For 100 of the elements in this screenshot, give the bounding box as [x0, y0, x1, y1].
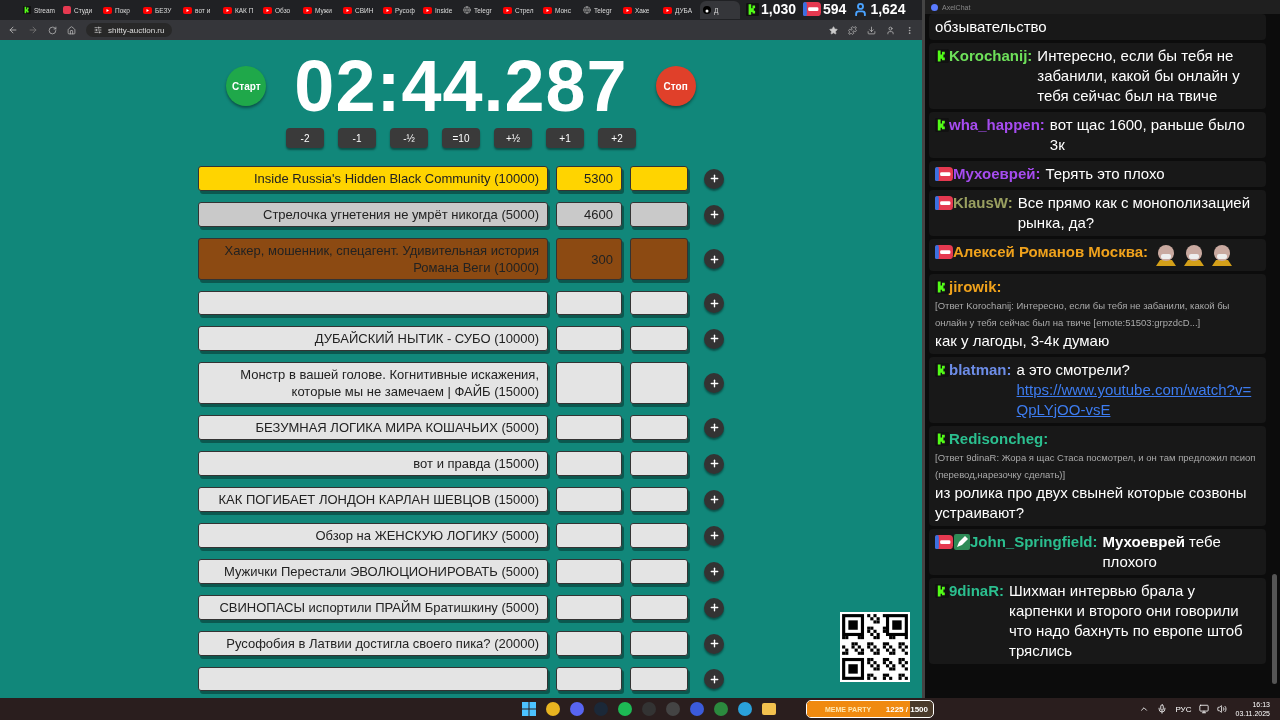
lot-add-field[interactable] — [630, 291, 688, 315]
lot-name-field[interactable]: ДУБАЙСКИЙ НЫТИК - СУБО (10000) — [198, 326, 548, 351]
add-button[interactable] — [704, 453, 724, 474]
time-adjust-button[interactable]: -½ — [390, 128, 428, 148]
message-link[interactable]: https://www.youtube.com/watch?v=QpLYjOO-vsE — [1016, 380, 1260, 420]
add-button[interactable] — [704, 293, 724, 313]
app-icon[interactable] — [738, 702, 752, 716]
lot-name-field[interactable]: СВИНОПАСЫ испортили ПРАЙМ Братишкину (5000) — [198, 595, 548, 620]
lot-name-field[interactable]: Мужички Перестали ЭВОЛЮЦИОНИРОВАТЬ (5000) — [198, 559, 548, 584]
app-icon[interactable] — [546, 702, 560, 716]
lot-amount-field[interactable] — [556, 362, 622, 404]
reload-icon[interactable] — [48, 25, 57, 35]
lot-add-field[interactable] — [630, 631, 688, 656]
stop-button[interactable]: Стоп — [655, 66, 696, 106]
plus-icon — [708, 209, 720, 220]
message-text: Интересно, если бы тебя не забанили, какой бы онлайн у тебя сейчас был на твиче — [1037, 46, 1241, 106]
add-button[interactable] — [704, 489, 724, 510]
time-adjust-button[interactable]: =10 — [442, 128, 480, 148]
lot-add-field[interactable] — [630, 559, 688, 584]
youtube-icon — [183, 6, 192, 14]
add-button[interactable] — [704, 525, 724, 546]
lot-add-field[interactable] — [630, 415, 688, 440]
site-settings-icon[interactable] — [94, 26, 102, 34]
menu-icon[interactable] — [905, 25, 914, 35]
profile-icon[interactable] — [886, 25, 895, 35]
lot-name-field[interactable]: вот и правда (15000) — [198, 451, 548, 476]
lot-add-field[interactable] — [630, 487, 688, 512]
lot-add-field[interactable] — [630, 238, 688, 280]
lot-add-field[interactable] — [630, 202, 688, 227]
app-icon[interactable] — [714, 702, 728, 716]
plus-icon — [708, 173, 720, 184]
lot-name-field[interactable]: БЕЗУМНАЯ ЛОГИКА МИРА КОШАЧЬИХ (5000) — [198, 415, 548, 440]
home-icon[interactable] — [67, 25, 76, 35]
add-button[interactable] — [704, 669, 724, 689]
lot-name-field[interactable]: Русофобия в Латвии достигла своего пика? (20000) — [198, 631, 548, 656]
speaker-icon[interactable] — [1217, 704, 1228, 714]
youtube-icon — [223, 6, 232, 14]
time-adjust-button[interactable]: +1 — [546, 128, 584, 148]
add-button[interactable] — [704, 633, 724, 654]
add-button[interactable] — [704, 373, 724, 393]
lot-amount-field[interactable]: 4600 — [556, 202, 622, 227]
lot-amount-field[interactable] — [556, 291, 622, 315]
lot-name-field[interactable]: Inside Russia's Hidden Black Community (10000) — [198, 166, 548, 191]
lot-add-field[interactable] — [630, 667, 688, 691]
lot-amount-field[interactable] — [556, 326, 622, 351]
add-button[interactable] — [704, 561, 724, 582]
language-indicator[interactable]: РУС — [1175, 704, 1192, 714]
plus-icon — [708, 566, 720, 577]
lot-name-field[interactable]: Стрелочка угнетения не умрёт никогда (5000) — [198, 202, 548, 227]
add-button[interactable] — [704, 328, 724, 349]
lot-add-field[interactable] — [630, 523, 688, 548]
time-adjust-button[interactable]: +2 — [598, 128, 636, 148]
lot-amount-field[interactable] — [556, 559, 622, 584]
app-icon[interactable] — [618, 702, 632, 716]
lot-name-field[interactable] — [198, 667, 548, 691]
lot-name-field[interactable]: КАК ПОГИБАЕТ ЛОНДОН КАРЛАН ШЕВЦОВ (15000) — [198, 487, 548, 512]
tray-caret-icon[interactable] — [1139, 704, 1150, 714]
lot-amount-field[interactable] — [556, 451, 622, 476]
lot-name-field[interactable] — [198, 291, 548, 315]
lot-amount-field[interactable] — [556, 415, 622, 440]
bookmark-icon[interactable] — [829, 25, 838, 35]
emote-icon — [1181, 242, 1207, 268]
live-badge-icon — [935, 534, 953, 550]
time-adjust-button[interactable]: -1 — [338, 128, 376, 148]
lot-amount-field[interactable] — [556, 523, 622, 548]
time-adjust-button[interactable]: +½ — [494, 128, 532, 148]
kick-icon — [935, 363, 949, 377]
add-button[interactable] — [704, 597, 724, 618]
lot-amount-field[interactable] — [556, 631, 622, 656]
lot-amount-field[interactable] — [556, 595, 622, 620]
monitor-icon[interactable] — [1199, 704, 1210, 714]
lot-add-field[interactable] — [630, 362, 688, 404]
chat-username: Redisoncheg: — [949, 429, 1049, 449]
add-button[interactable] — [704, 417, 724, 438]
plus-icon — [708, 377, 720, 389]
lot-add-field[interactable] — [630, 451, 688, 476]
add-button[interactable] — [704, 249, 724, 269]
lot-add-field[interactable] — [630, 326, 688, 351]
plus-icon — [708, 602, 720, 613]
lot-amount-field[interactable] — [556, 487, 622, 512]
lot-name-field[interactable]: Монстр в вашей голове. Когнитивные искажения, которые мы не замечаем | ФАЙБ (15000) — [198, 362, 548, 404]
microphone-icon[interactable] — [1157, 704, 1168, 714]
add-button[interactable] — [704, 204, 724, 225]
time-adjust-button[interactable]: -2 — [286, 128, 324, 148]
app-icon[interactable] — [570, 702, 584, 716]
lot-name-field[interactable]: Обзор на ЖЕНСКУЮ ЛОГИКУ (5000) — [198, 523, 548, 548]
lot-add-field[interactable] — [630, 595, 688, 620]
extensions-icon[interactable] — [848, 25, 857, 35]
message-text: Все прямо как с монополизацией рынка, да? — [1017, 193, 1252, 233]
lot-add-field[interactable] — [630, 166, 688, 191]
chat-username: jirowik: — [949, 277, 1002, 297]
add-button[interactable] — [704, 168, 724, 189]
download-icon[interactable] — [867, 25, 876, 35]
scrollbar[interactable] — [1272, 574, 1277, 684]
back-icon[interactable] — [8, 25, 18, 35]
lot-amount-field[interactable] — [556, 667, 622, 691]
windows-icon[interactable] — [522, 702, 536, 716]
lot-amount-field[interactable]: 5300 — [556, 166, 622, 191]
address-bar[interactable]: shitty-auction.ru — [86, 23, 173, 37]
chat-username: John_Springfield: — [970, 532, 1098, 552]
